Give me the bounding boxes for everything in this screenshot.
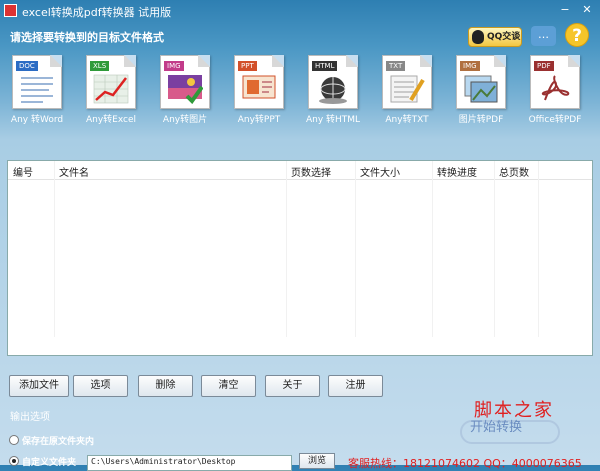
ppt-doc-icon: PPT [234, 55, 284, 109]
radio-save-original-label: 保存在原文件夹内 [22, 437, 95, 447]
minimize-button[interactable]: − [557, 3, 573, 17]
support-hotline: 客服热线：18121074602 QQ：4000076365 [348, 457, 582, 470]
format-label: Any转TXT [385, 115, 429, 125]
add-file-button[interactable]: 添加文件 [9, 375, 69, 397]
format-office-to-pdf[interactable]: PDF Office转PDF [526, 55, 584, 125]
format-tag: XLS [90, 61, 110, 71]
column-divider [538, 161, 539, 337]
column-header-filename[interactable]: 文件名 [59, 164, 89, 179]
chat-bubble-icon[interactable]: … [531, 26, 556, 46]
title-bar: excel转换成pdf转换器 试用版 − ✕ [0, 0, 600, 22]
column-header-page-select[interactable]: 页数选择 [291, 164, 331, 179]
txt-doc-icon: TXT [382, 55, 432, 109]
format-prompt: 请选择要转换到的目标文件格式 [10, 31, 164, 44]
site-watermark: 脚本之家 [474, 400, 554, 421]
qq-chat-button[interactable]: QQ交谈 [468, 27, 522, 47]
column-header-index[interactable]: 编号 [13, 164, 33, 179]
format-label: Any转PPT [237, 115, 281, 125]
format-image[interactable]: IMG Any转图片 [156, 55, 214, 125]
radio-save-original[interactable] [9, 435, 19, 445]
image-photo-icon [168, 75, 203, 104]
word-doc-icon: DOC [12, 55, 62, 109]
html-doc-icon: HTML [308, 55, 358, 109]
format-word[interactable]: DOC Any 转Word [8, 55, 66, 125]
about-button[interactable]: 关于 [265, 375, 320, 397]
format-tag: HTML [312, 61, 338, 71]
format-image-to-pdf[interactable]: IMG 图片转PDF [452, 55, 510, 125]
image-pdf-doc-icon: IMG [456, 55, 506, 109]
window-title: excel转换成pdf转换器 试用版 [22, 6, 172, 19]
format-tag: DOC [16, 61, 38, 71]
column-divider [54, 161, 55, 337]
file-list[interactable]: 编号 文件名 页数选择 文件大小 转换进度 总页数 [7, 160, 593, 356]
pdf-acrobat-icon [541, 75, 570, 101]
help-icon[interactable]: ? [565, 23, 589, 47]
delete-button[interactable]: 删除 [138, 375, 193, 397]
qq-penguin-icon [472, 30, 484, 44]
app-icon [4, 4, 17, 17]
format-tag: PDF [534, 61, 554, 71]
format-label: Any转图片 [162, 115, 208, 125]
column-divider [494, 161, 495, 337]
excel-chart-icon [93, 74, 129, 104]
column-header-progress[interactable]: 转换进度 [437, 164, 477, 179]
image-stack-icon [464, 75, 498, 103]
column-header-total-pages[interactable]: 总页数 [499, 164, 529, 179]
txt-notepad-icon [390, 75, 425, 103]
ppt-slide-icon [242, 75, 276, 99]
qq-chat-label: QQ交谈 [487, 32, 521, 42]
column-divider [355, 161, 356, 337]
radio-custom-folder-label: 自定义文件夹 [22, 458, 77, 468]
output-options-title: 输出选项 [10, 412, 50, 423]
column-divider [432, 161, 433, 337]
html-globe-icon [319, 77, 347, 104]
format-tag: TXT [386, 61, 406, 71]
image-doc-icon: IMG [160, 55, 210, 109]
output-path-field[interactable]: C:\Users\Administrator\Desktop [87, 455, 292, 471]
format-label: Any 转HTML [305, 115, 361, 125]
column-header-file-size[interactable]: 文件大小 [360, 164, 400, 179]
browse-button[interactable]: 浏览 [299, 453, 335, 469]
clear-button[interactable]: 清空 [201, 375, 256, 397]
format-label: Office转PDF [528, 115, 582, 125]
format-tag: IMG [460, 61, 480, 71]
close-button[interactable]: ✕ [579, 3, 595, 17]
register-button[interactable]: 注册 [328, 375, 383, 397]
format-label: Any转Excel [85, 115, 137, 125]
column-divider [286, 161, 287, 337]
office-pdf-doc-icon: PDF [530, 55, 580, 109]
format-html[interactable]: HTML Any 转HTML [304, 55, 362, 125]
format-tag: IMG [164, 61, 184, 71]
format-ppt[interactable]: PPT Any转PPT [230, 55, 288, 125]
format-label: Any 转Word [10, 115, 64, 125]
excel-doc-icon: XLS [86, 55, 136, 109]
options-button[interactable]: 选项 [73, 375, 128, 397]
word-lines-icon [21, 77, 53, 103]
format-tag: PPT [238, 61, 257, 71]
format-txt[interactable]: TXT Any转TXT [378, 55, 436, 125]
format-excel[interactable]: XLS Any转Excel [82, 55, 140, 125]
file-list-header: 编号 文件名 页数选择 文件大小 转换进度 总页数 [8, 161, 592, 180]
format-label: 图片转PDF [458, 115, 504, 125]
